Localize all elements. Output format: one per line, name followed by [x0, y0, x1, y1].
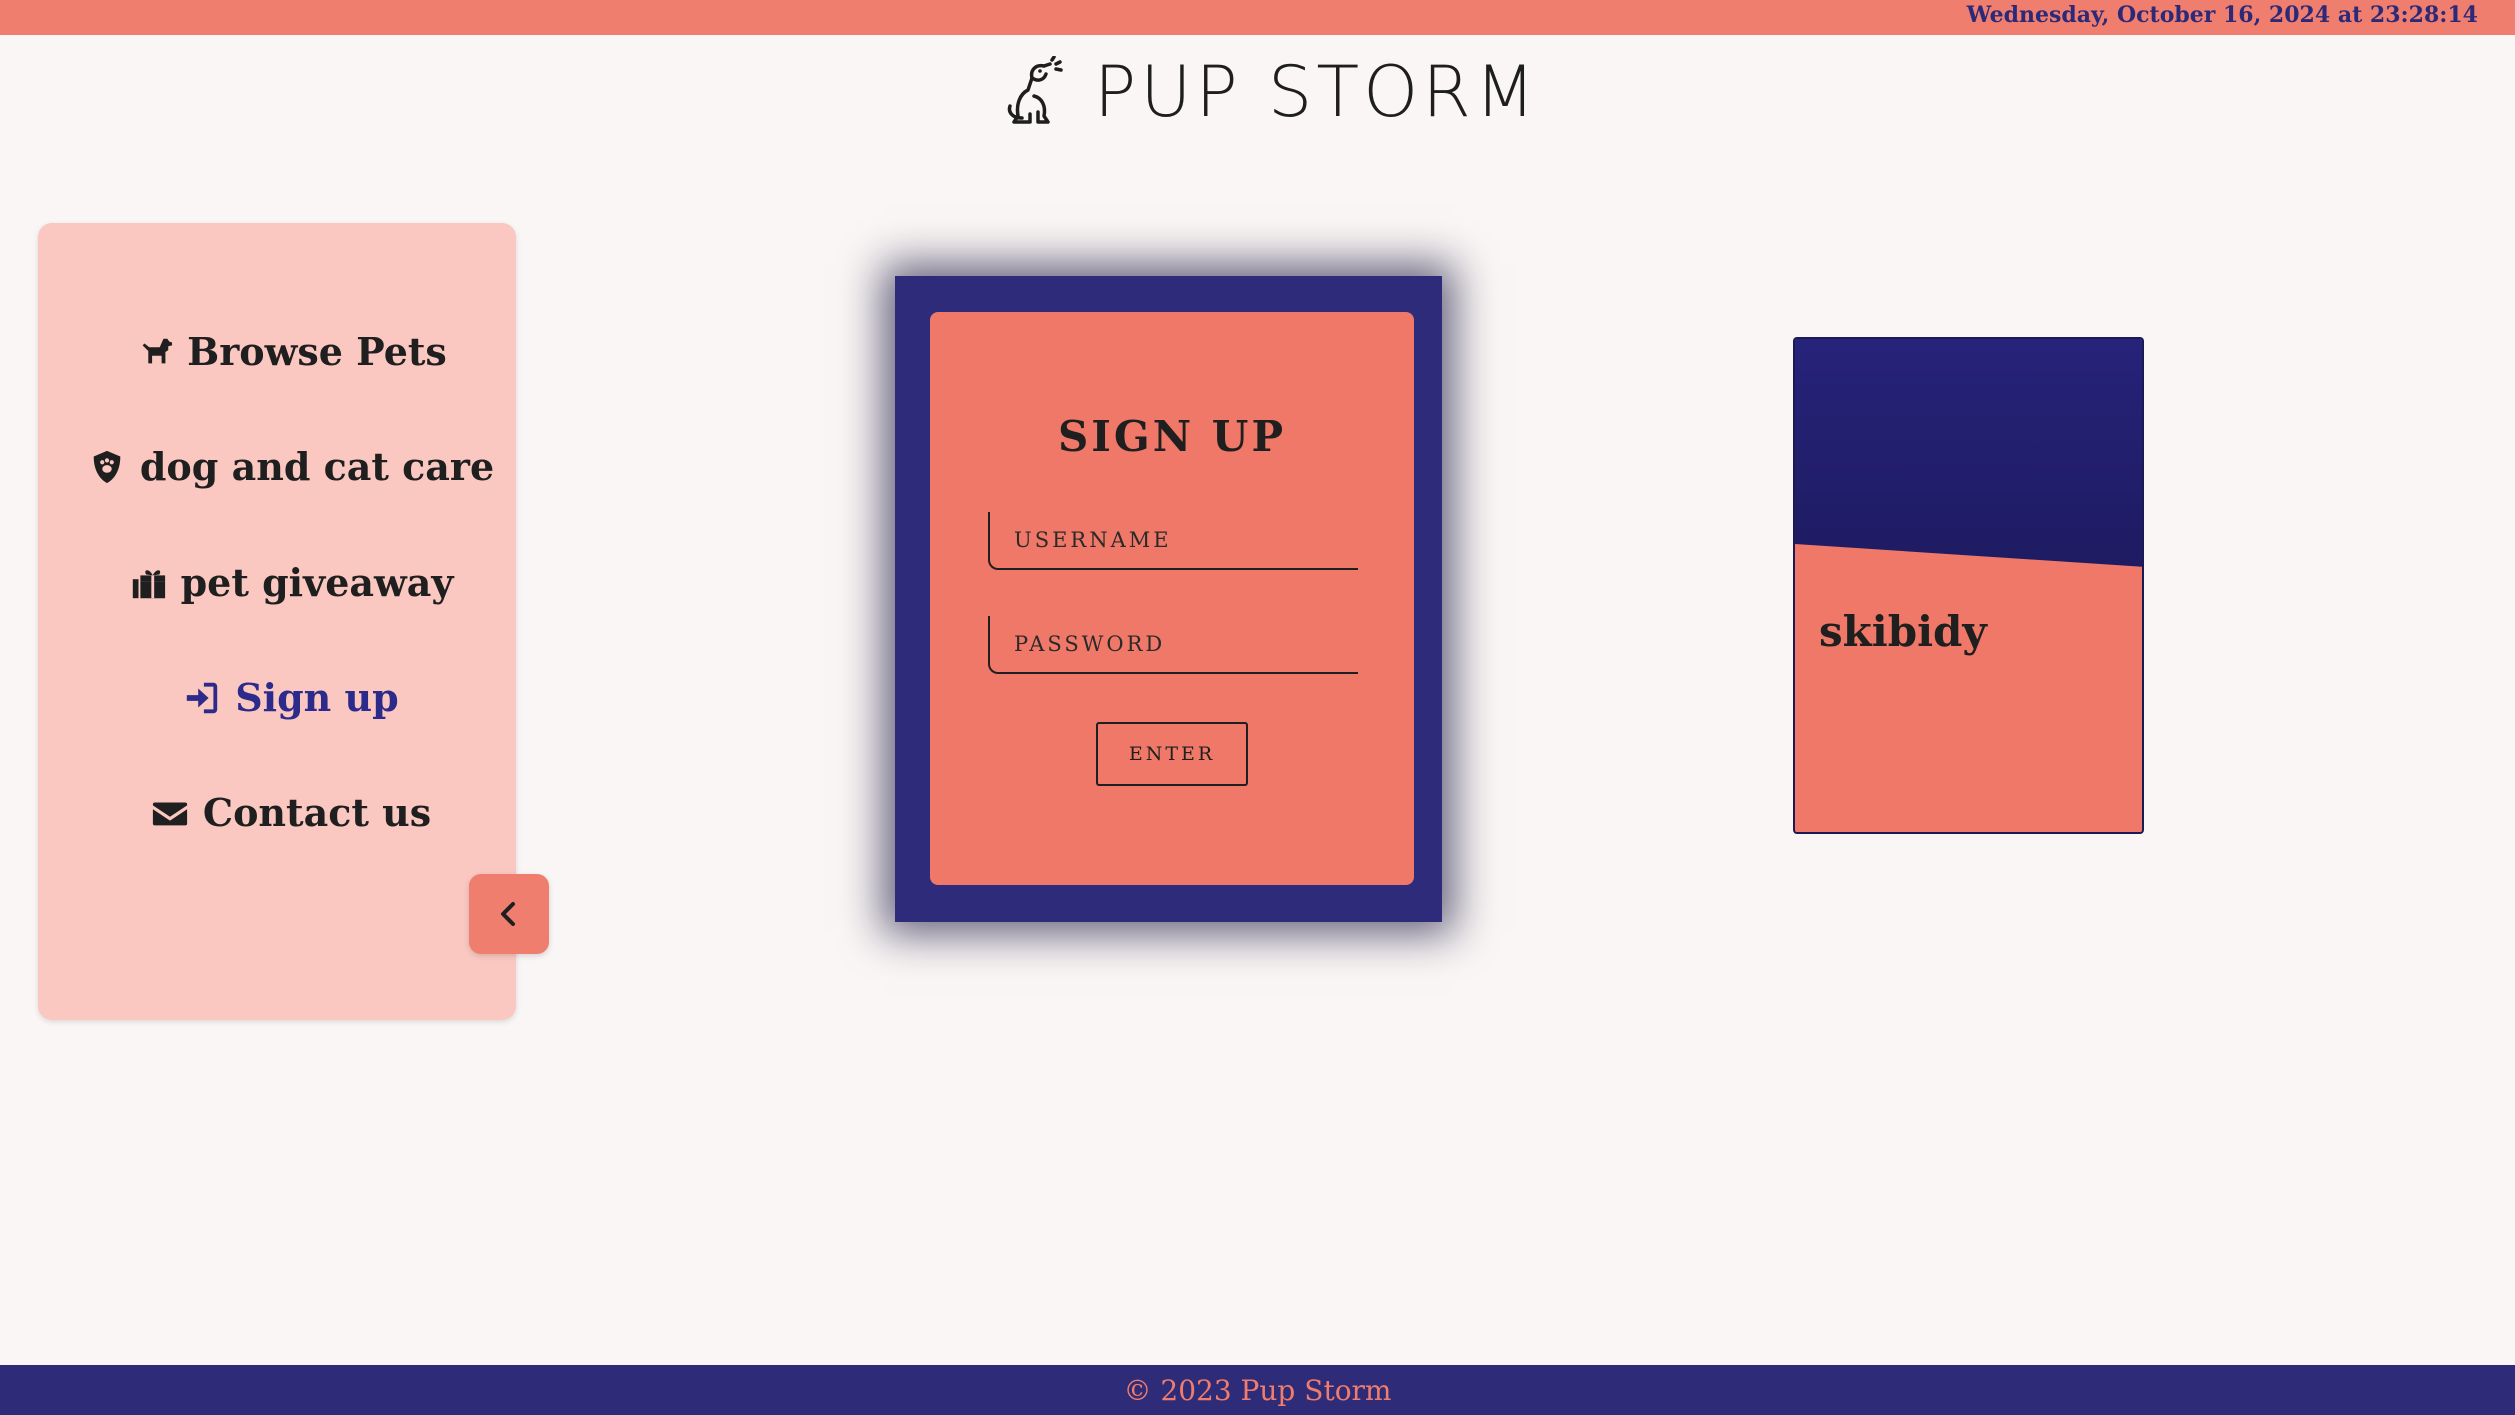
footer: © 2023 Pup Storm [0, 1365, 2515, 1415]
envelope-icon [152, 802, 187, 825]
sidebar-item-label: pet giveaway [180, 560, 454, 605]
password-input[interactable] [990, 616, 1358, 672]
top-bar: Wednesday, October 16, 2024 at 23:28:14 [0, 0, 2515, 35]
brand-name: PUP STORM [1094, 51, 1540, 133]
dog-sitting-icon [1007, 56, 1063, 124]
collapse-sidebar-button[interactable] [469, 874, 549, 954]
enter-button[interactable]: ENTER [1096, 722, 1248, 786]
promo-card-header-shape [1795, 339, 2142, 567]
signup-title: SIGN UP [1057, 412, 1287, 461]
sidebar-item-pet-giveaway[interactable]: pet giveaway [38, 560, 544, 605]
copyright-text: © 2023 Pup Storm [1123, 1374, 1392, 1407]
sidebar-item-sign-up[interactable]: Sign up [38, 675, 544, 720]
sidebar-item-dog-and-cat-care[interactable]: dog and cat care [38, 444, 544, 489]
dog-icon [142, 338, 173, 363]
promo-card[interactable]: skibidy [1793, 337, 2144, 834]
username-input[interactable] [990, 512, 1358, 568]
sidebar-item-label: Sign up [235, 675, 399, 720]
sidebar-item-label: Contact us [202, 790, 432, 835]
site-logo[interactable]: PUP STORM [1000, 52, 1539, 132]
sidebar-item-contact-us[interactable]: Contact us [38, 790, 544, 835]
signup-frame: SIGN UP ENTER [895, 276, 1442, 922]
sidebar-item-label: dog and cat care [139, 444, 495, 489]
sidebar-item-label: Browse Pets [187, 329, 447, 374]
sidebar: Browse Pets dog and cat care pet giveawa… [38, 223, 516, 1020]
shield-paw-icon [93, 450, 121, 483]
chevron-left-icon [501, 902, 515, 926]
sidebar-item-browse-pets[interactable]: Browse Pets [38, 329, 544, 374]
signup-form: SIGN UP ENTER [930, 312, 1414, 885]
password-field-wrapper [988, 616, 1358, 674]
sign-in-icon [187, 682, 218, 713]
current-datetime: Wednesday, October 16, 2024 at 23:28:14 [1966, 2, 2478, 28]
username-field-wrapper [988, 512, 1358, 570]
gift-hand-icon [132, 569, 165, 598]
promo-card-text: skibidy [1819, 607, 1987, 656]
